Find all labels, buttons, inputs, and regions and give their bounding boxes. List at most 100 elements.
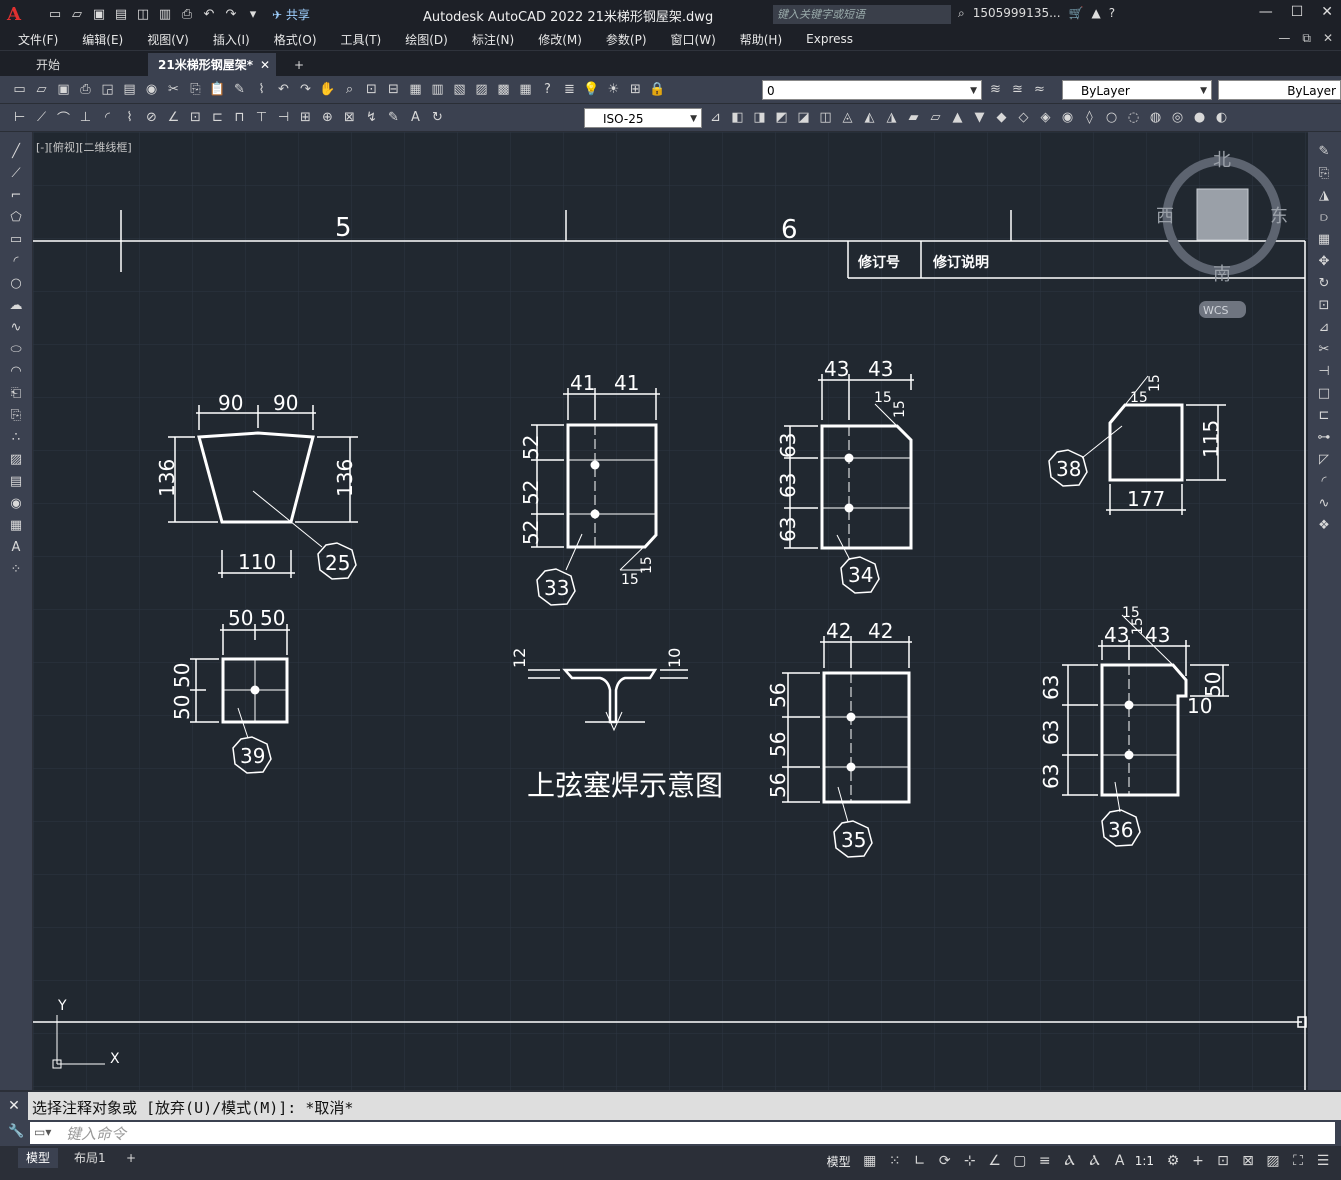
- dim-text[interactable]: 52: [519, 435, 543, 460]
- hole-dot[interactable]: [590, 460, 600, 470]
- copy-faces-icon[interactable]: ◎: [1168, 108, 1187, 127]
- scale-icon[interactable]: ⊡: [1314, 296, 1334, 315]
- scale-value[interactable]: 1:1: [1135, 1154, 1154, 1168]
- mirror-icon[interactable]: ◮: [1314, 186, 1334, 205]
- publish-icon[interactable]: ▥: [156, 5, 174, 23]
- hole-dot[interactable]: [844, 503, 854, 513]
- revision-desc-header[interactable]: 修订说明: [932, 254, 989, 271]
- dim-text[interactable]: 50: [170, 695, 194, 720]
- erase-icon[interactable]: ✎: [1314, 142, 1334, 161]
- menu-parameter[interactable]: 参数(P): [606, 31, 647, 48]
- dim-jogged-icon[interactable]: ⌇: [120, 108, 139, 127]
- redo-icon[interactable]: ↷: [222, 5, 240, 23]
- polar-icon[interactable]: ⟳: [935, 1150, 955, 1172]
- menu-express[interactable]: Express: [806, 32, 853, 46]
- break-icon[interactable]: ⊏: [1314, 406, 1334, 425]
- dim-text[interactable]: 63: [1039, 720, 1063, 745]
- gear-icon[interactable]: ⚙: [1163, 1150, 1183, 1172]
- menu-view[interactable]: 视图(V): [147, 31, 189, 48]
- dim-style-icon[interactable]: ⊿: [706, 108, 725, 127]
- dim-text[interactable]: 50: [170, 663, 194, 688]
- extract-icon[interactable]: ▰: [904, 108, 923, 127]
- dim-text[interactable]: 10: [1187, 694, 1212, 718]
- hatch-icon[interactable]: ▨: [6, 450, 26, 469]
- dim-break-icon[interactable]: ⊣: [274, 108, 293, 127]
- point-icon[interactable]: ∴: [6, 428, 26, 447]
- mtext-icon[interactable]: A: [6, 538, 26, 557]
- dim-aligned-icon[interactable]: ⟋: [32, 108, 51, 127]
- dim-angular-icon[interactable]: ∠: [164, 108, 183, 127]
- copy-icon[interactable]: ⎘: [1314, 164, 1334, 183]
- wcs-label[interactable]: WCS: [1203, 304, 1229, 317]
- layer-props-icon[interactable]: ≣: [560, 80, 579, 99]
- linetype-combo[interactable]: ByLayer: [1218, 80, 1341, 100]
- user-name[interactable]: 1505999135...: [973, 6, 1061, 21]
- publish-icon[interactable]: ◉: [142, 80, 161, 99]
- move-icon[interactable]: ✥: [1314, 252, 1334, 271]
- menu-insert[interactable]: 插入(I): [213, 31, 250, 48]
- drawing-canvas[interactable]: 5 6 修订号 修订说明 90 90 136 136 110 25 41 41 …: [33, 132, 1308, 1090]
- break-point-icon[interactable]: □: [1314, 384, 1334, 403]
- save-icon[interactable]: ▣: [90, 5, 108, 23]
- menu-window[interactable]: 窗口(W): [671, 31, 716, 48]
- revolve-icon[interactable]: ◫: [816, 108, 835, 127]
- close-icon[interactable]: ✕: [1321, 4, 1333, 20]
- ellipse-arc-icon[interactable]: ◠: [6, 362, 26, 381]
- dim-text[interactable]: 90: [273, 391, 298, 415]
- app-logo[interactable]: A: [0, 0, 28, 28]
- hole-dot[interactable]: [590, 509, 600, 519]
- dim-update-icon[interactable]: ↻: [428, 108, 447, 127]
- hole-dot[interactable]: [846, 712, 856, 722]
- dim-text[interactable]: 42: [868, 619, 893, 643]
- tag-label[interactable]: 25: [325, 551, 350, 575]
- add-selected-icon[interactable]: ⁘: [6, 560, 26, 579]
- dim-text[interactable]: 15: [874, 390, 892, 406]
- share-button[interactable]: ✈ 共享: [272, 6, 310, 23]
- tag-label[interactable]: 36: [1108, 818, 1133, 842]
- autodesk-icon[interactable]: ▲: [1091, 6, 1100, 21]
- hole-dot[interactable]: [1124, 750, 1134, 760]
- model-space-label[interactable]: 模型: [827, 1153, 851, 1170]
- offset-icon[interactable]: ⫐: [1314, 208, 1334, 227]
- sun-icon[interactable]: ☀: [604, 80, 623, 99]
- dim-text[interactable]: 136: [155, 459, 179, 497]
- cut-icon[interactable]: ✂: [164, 80, 183, 99]
- grid-icon[interactable]: ▦: [860, 1150, 880, 1172]
- color-edges-icon[interactable]: ●: [1190, 108, 1209, 127]
- dim-text[interactable]: 15: [1147, 374, 1163, 392]
- slice-icon[interactable]: ◬: [838, 108, 857, 127]
- dim-text[interactable]: 56: [766, 732, 790, 757]
- compass-north[interactable]: 北: [1213, 150, 1231, 171]
- dim-text[interactable]: 115: [1199, 420, 1223, 458]
- customize-menu-icon[interactable]: ☰: [1313, 1150, 1333, 1172]
- search-input[interactable]: 键入关键字或短语: [773, 5, 951, 24]
- dim-text[interactable]: 56: [766, 773, 790, 798]
- axis-number[interactable]: 5: [335, 213, 352, 243]
- hole-dot[interactable]: [1124, 700, 1134, 710]
- preview-icon[interactable]: ◲: [98, 80, 117, 99]
- isolate-icon[interactable]: ▨: [1263, 1150, 1283, 1172]
- redo-icon[interactable]: ↷: [296, 80, 315, 99]
- command-close-icon[interactable]: ✕: [0, 1092, 28, 1120]
- open-icon[interactable]: ▱: [32, 80, 51, 99]
- dim-text[interactable]: 56: [766, 683, 790, 708]
- dim-text[interactable]: 41: [614, 371, 639, 395]
- print-icon[interactable]: ⎙: [76, 80, 95, 99]
- stretch-icon[interactable]: ⊿: [1314, 318, 1334, 337]
- dim-text[interactable]: 136: [333, 459, 357, 497]
- freeze-icon[interactable]: ⊞: [626, 80, 645, 99]
- menu-draw[interactable]: 绘图(D): [405, 31, 448, 48]
- search-icon[interactable]: ⌕: [958, 6, 965, 21]
- ortho-icon[interactable]: ∟: [910, 1150, 930, 1172]
- new-tab-icon[interactable]: +: [284, 53, 314, 77]
- arc-icon[interactable]: ◜: [6, 252, 26, 271]
- tag-label[interactable]: 33: [544, 576, 569, 600]
- layer-state-icon[interactable]: ≈: [1030, 80, 1049, 99]
- annotation-scale-icon[interactable]: A: [1110, 1150, 1130, 1172]
- color-faces-icon[interactable]: ▲: [948, 108, 967, 127]
- extend-icon[interactable]: ⊣: [1314, 362, 1334, 381]
- osnap-track-icon[interactable]: ⊹: [960, 1150, 980, 1172]
- calculator-icon[interactable]: ▦: [516, 80, 535, 99]
- dim-text[interactable]: 15: [1130, 617, 1146, 635]
- dim-radius-icon[interactable]: ◜: [98, 108, 117, 127]
